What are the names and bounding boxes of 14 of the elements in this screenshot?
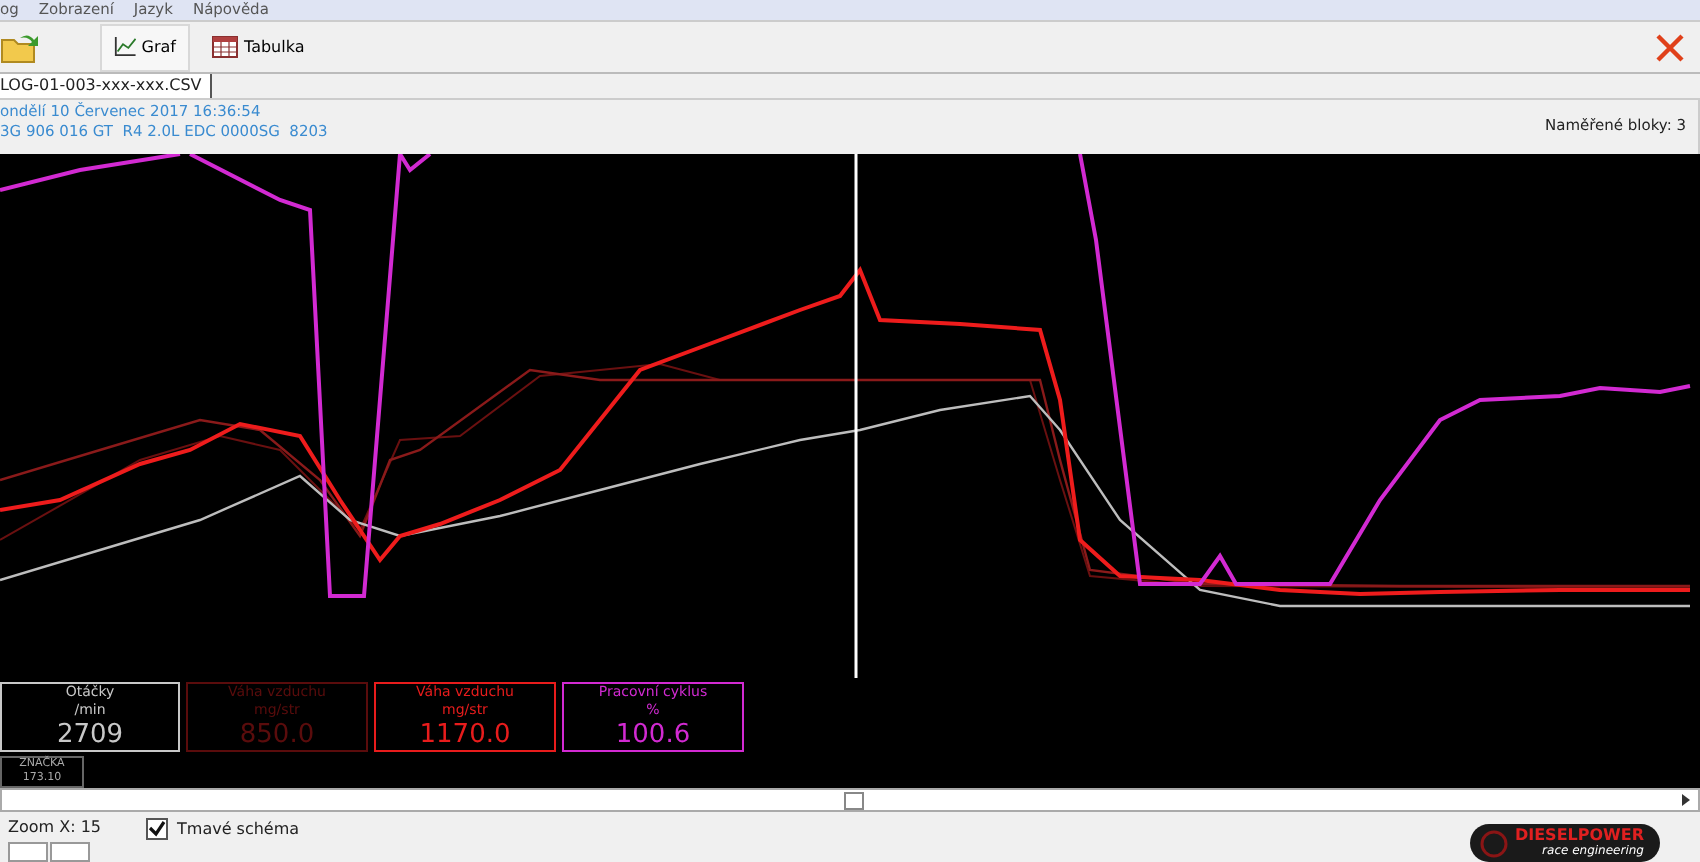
close-button[interactable] bbox=[1656, 33, 1684, 62]
graph-button[interactable]: Graf bbox=[100, 23, 190, 72]
checkmark-icon bbox=[147, 820, 166, 838]
small-button[interactable] bbox=[8, 842, 48, 862]
line-chart-icon bbox=[114, 36, 136, 59]
small-button[interactable] bbox=[50, 842, 90, 862]
file-tab[interactable]: LOG-01-003-xxx-xxx.CSV bbox=[0, 74, 212, 99]
zoom-label: Zoom X: 15 bbox=[8, 818, 102, 840]
right-arrow-icon[interactable] bbox=[1678, 792, 1694, 809]
horizontal-scrollbar[interactable] bbox=[0, 788, 1700, 812]
dark-scheme-checkbox[interactable]: Tmavé schéma bbox=[145, 818, 300, 840]
cursor-line[interactable] bbox=[854, 154, 858, 679]
table-button[interactable]: Tabulka bbox=[198, 23, 319, 72]
table-icon bbox=[212, 36, 238, 59]
